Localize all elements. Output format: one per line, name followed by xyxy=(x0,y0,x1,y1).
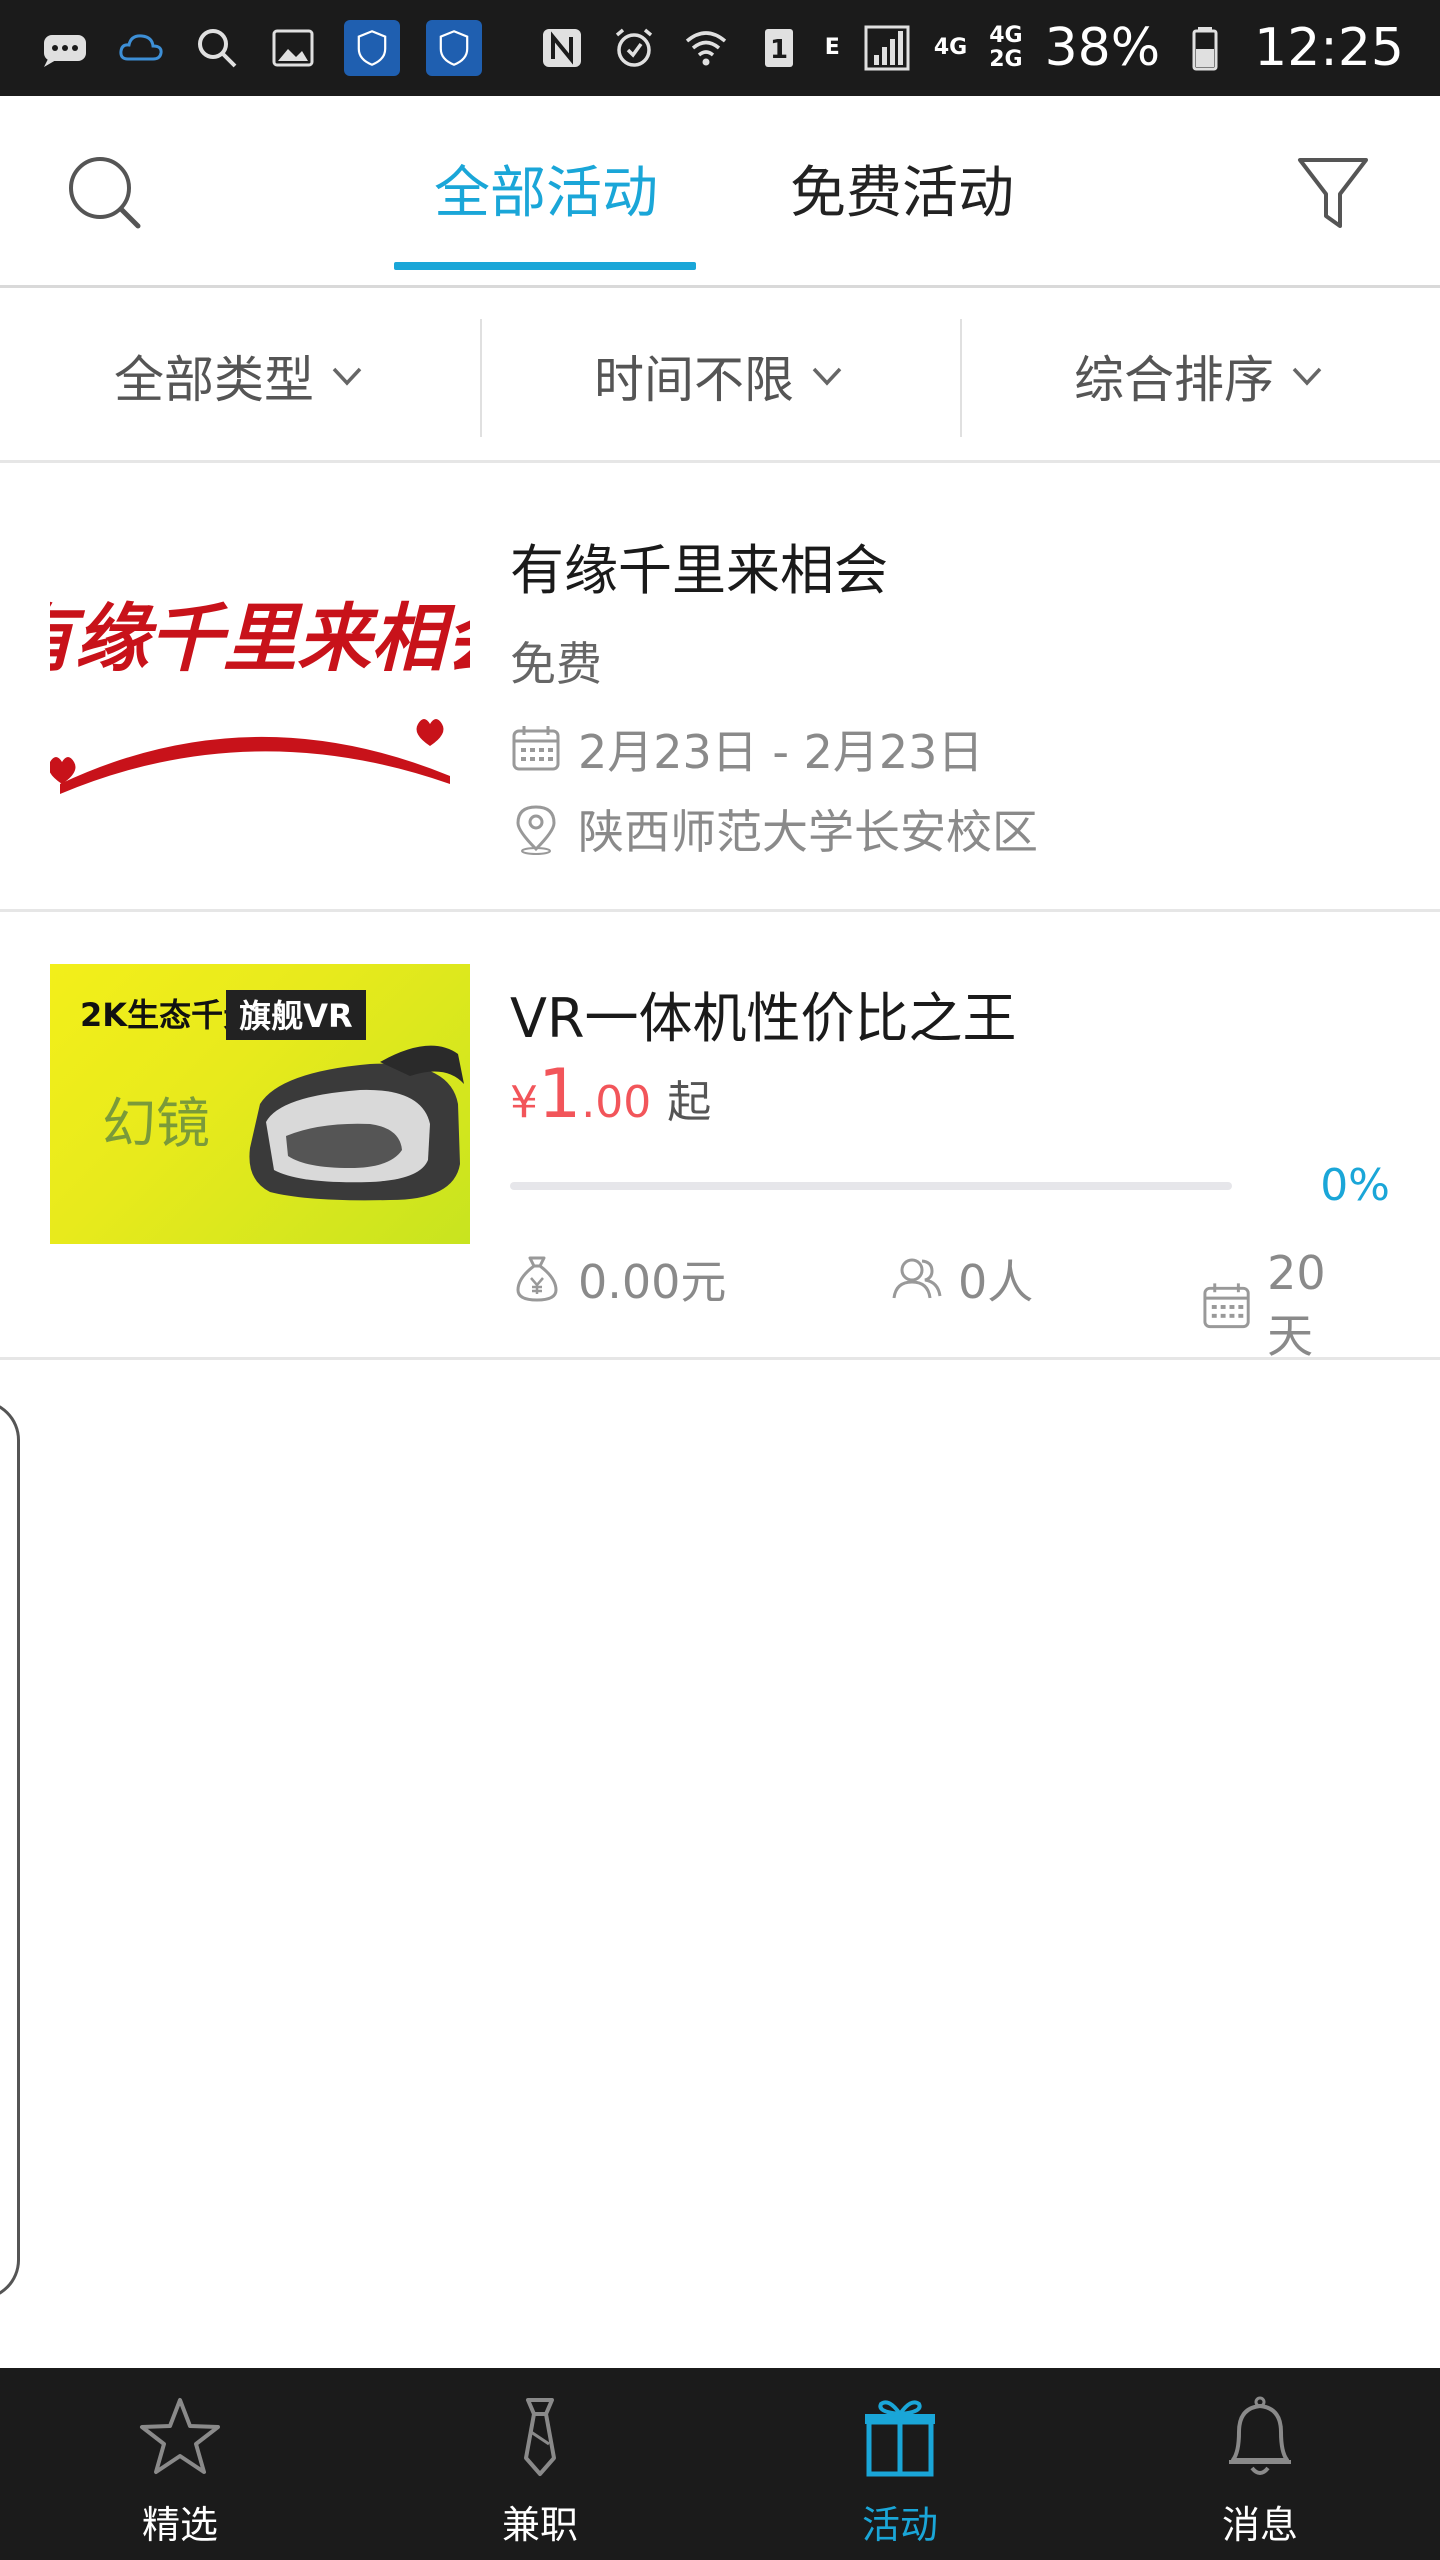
active-tab-indicator xyxy=(394,262,696,270)
stat-people: 0人 xyxy=(890,1246,1033,1312)
funding-progress-bar xyxy=(510,1182,1232,1190)
battery-percent: 38% xyxy=(1044,18,1161,78)
tie-icon xyxy=(524,2398,556,2476)
people-icon xyxy=(892,1258,942,1299)
activity-location-text: 陕西师范大学长安校区 xyxy=(578,805,1038,859)
activity-list-item[interactable]: 有缘千里来相会 有缘千里来相会 免费 2月23日 - 2月23日 陕西师范大学长… xyxy=(0,466,1440,912)
bottom-nav: 精选 兼职 活动 消息 xyxy=(0,2368,1440,2560)
funding-progress-percent: 0% xyxy=(1320,1160,1390,1211)
chevron-down-icon xyxy=(1292,367,1322,386)
filter-time-dropdown[interactable]: 时间不限 xyxy=(480,291,960,460)
cloud-icon xyxy=(116,23,166,73)
search-icon[interactable] xyxy=(66,154,144,232)
network-type-label: 4G xyxy=(989,23,1023,48)
clock: 12:25 xyxy=(1254,18,1404,78)
stat-days: 20天 xyxy=(1200,1246,1370,1366)
bottom-nav-messages[interactable]: 消息 xyxy=(1080,2368,1440,2560)
activity-date: 2月23日 - 2月23日 xyxy=(510,716,983,782)
network-type-label: 4G xyxy=(933,35,968,60)
network-type-stack: 4G 2G xyxy=(989,24,1022,72)
network-type-label: 2G xyxy=(989,47,1023,72)
wifi-icon xyxy=(681,23,731,73)
thumbnail-brand: 幻镜 xyxy=(102,1092,210,1155)
price-currency: ¥ xyxy=(510,1077,538,1128)
alarm-icon xyxy=(609,23,659,73)
nfc-icon xyxy=(537,23,587,73)
price-suffix: 起 xyxy=(667,1077,712,1128)
activity-location: 陕西师范大学长安校区 xyxy=(510,796,1038,862)
bottom-nav-label: 消息 xyxy=(1221,2503,1298,2547)
activity-price-label: 免费 xyxy=(510,637,602,691)
bottom-nav-featured[interactable]: 精选 xyxy=(0,2368,360,2560)
bottom-nav-label: 兼职 xyxy=(501,2503,578,2547)
filter-label: 时间不限 xyxy=(594,350,794,409)
bell-icon xyxy=(1229,2396,1291,2475)
app-badge-icon xyxy=(426,20,482,76)
battery-icon xyxy=(1182,23,1232,73)
activity-thumbnail: 2K生态千元 旗舰VR 幻镜 xyxy=(50,964,470,1244)
star-icon xyxy=(140,2398,220,2474)
status-bar-system: 1 E 4G 4G 2G 38% 12:25 xyxy=(537,0,1404,96)
message-icon xyxy=(40,23,90,73)
location-pin-icon xyxy=(516,805,556,855)
money-bag-icon xyxy=(516,1256,558,1302)
status-bar-notifications xyxy=(40,18,482,78)
network-type-label: E xyxy=(824,35,840,60)
activity-title: VR一体机性价比之王 xyxy=(510,987,1017,1050)
app-badge-icon xyxy=(344,20,400,76)
bottom-nav-label: 活动 xyxy=(861,2503,938,2547)
search-notification-icon xyxy=(192,23,242,73)
filter-bar: 全部类型 时间不限 综合排序 xyxy=(0,291,1440,463)
filter-sort-dropdown[interactable]: 综合排序 xyxy=(960,291,1440,460)
activity-stats: 0.00元 0人 20天 xyxy=(510,1246,1370,1363)
tab-free-activities[interactable]: 免费活动 xyxy=(752,154,1052,234)
activity-price: ¥ 1 .00 起 xyxy=(510,1060,711,1130)
stat-days-value: 20天 xyxy=(1267,1246,1326,1363)
chevron-down-icon xyxy=(812,367,842,386)
bottom-nav-parttime[interactable]: 兼职 xyxy=(360,2368,720,2560)
stat-people-value: 0人 xyxy=(958,1255,1034,1309)
activity-title: 有缘千里来相会 xyxy=(510,539,888,602)
calendar-icon xyxy=(1203,1283,1250,1329)
filter-label: 综合排序 xyxy=(1074,350,1274,409)
edge-panel-handle[interactable] xyxy=(0,1400,20,2300)
price-decimal: .00 xyxy=(581,1077,652,1128)
signal-icon xyxy=(862,23,912,73)
filter-icon[interactable] xyxy=(1296,154,1370,232)
status-bar: 1 E 4G 4G 2G 38% 12:25 xyxy=(0,0,1440,96)
tab-all-activities[interactable]: 全部活动 xyxy=(396,154,696,234)
gift-icon xyxy=(865,2400,935,2477)
filter-label: 全部类型 xyxy=(114,350,314,409)
thumbnail-badge: 旗舰VR xyxy=(239,997,352,1035)
stat-money-value: 0.00元 xyxy=(578,1255,727,1309)
activity-list-item[interactable]: 2K生态千元 旗舰VR 幻镜 VR一体机性价比之王 ¥ 1 .00 起 0% 0… xyxy=(0,912,1440,1363)
stat-money: 0.00元 xyxy=(510,1246,726,1312)
top-nav: 全部活动 免费活动 xyxy=(0,96,1440,288)
calendar-icon xyxy=(512,726,560,771)
sim-slot-icon: 1 xyxy=(753,23,803,73)
image-icon xyxy=(268,23,318,73)
activity-date-text: 2月23日 - 2月23日 xyxy=(578,725,984,779)
chevron-down-icon xyxy=(332,367,362,386)
filter-type-dropdown[interactable]: 全部类型 xyxy=(0,291,480,460)
activity-thumbnail: 有缘千里来相会 xyxy=(50,514,470,794)
svg-text:1: 1 xyxy=(770,35,788,65)
thumbnail-calligraphy: 有缘千里来相会 xyxy=(50,596,470,682)
bottom-nav-label: 精选 xyxy=(141,2503,218,2547)
price-integer: 1 xyxy=(538,1055,582,1134)
bottom-nav-activities[interactable]: 活动 xyxy=(720,2368,1080,2560)
